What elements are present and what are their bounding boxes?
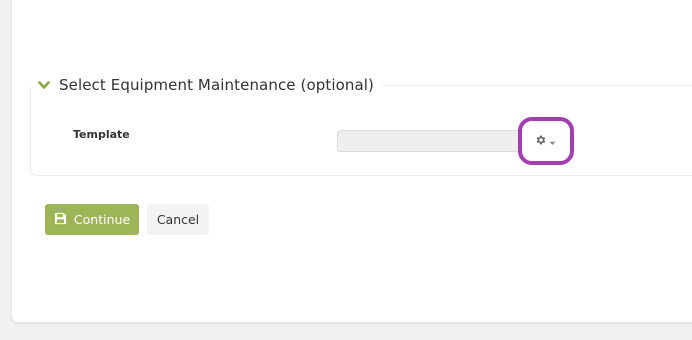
cancel-button[interactable]: Cancel (147, 204, 209, 235)
continue-button[interactable]: Continue (45, 204, 139, 235)
save-icon (54, 212, 67, 228)
chevron-down-icon[interactable] (37, 78, 51, 92)
gear-icon (535, 134, 547, 149)
section-title: Select Equipment Maintenance (optional) (59, 76, 374, 94)
caret-down-icon (549, 134, 556, 149)
template-input[interactable] (337, 130, 520, 152)
section-header[interactable]: Select Equipment Maintenance (optional) (33, 74, 382, 96)
template-settings-button[interactable] (527, 130, 563, 152)
template-label: Template (73, 128, 130, 141)
continue-label: Continue (73, 212, 131, 227)
